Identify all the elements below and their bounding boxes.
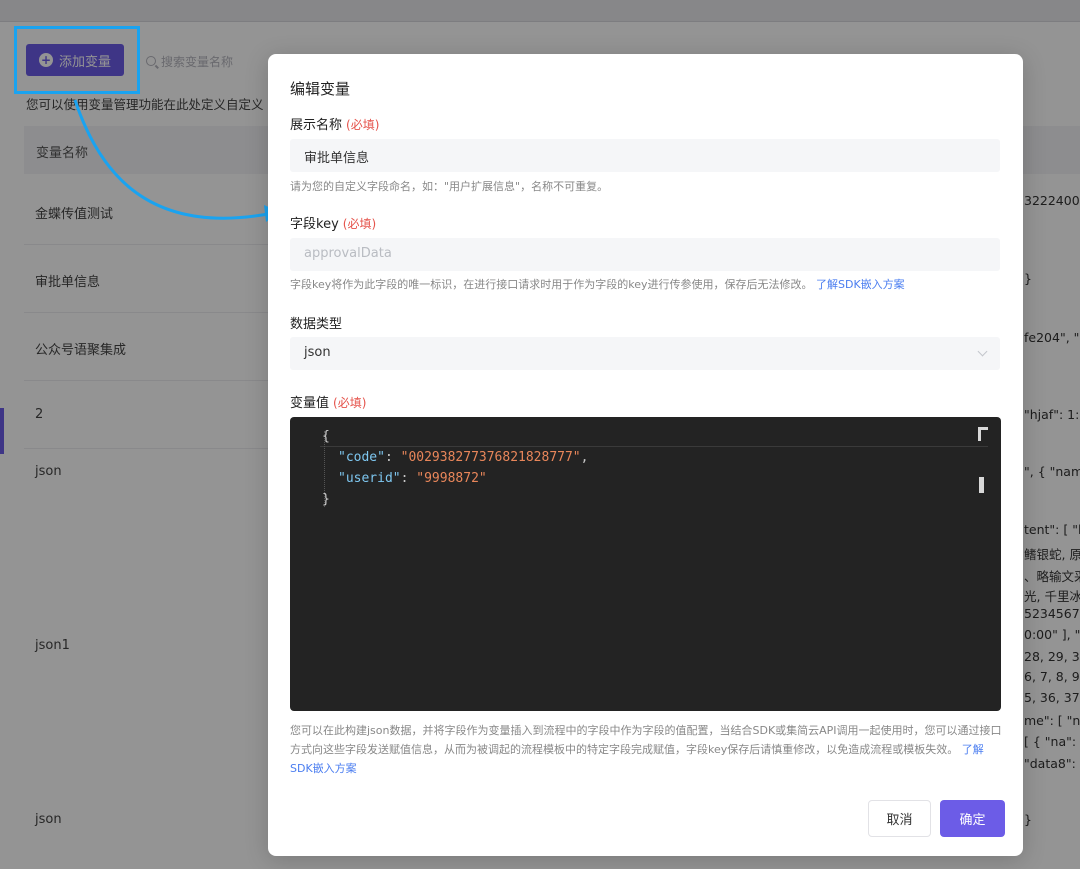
required-mark: (必填) bbox=[333, 396, 367, 410]
data-type-label-text: 数据类型 bbox=[290, 317, 343, 332]
editor-scrollbar[interactable] bbox=[979, 477, 984, 493]
data-type-label: 数据类型 bbox=[290, 313, 342, 332]
field-key-hint-text: 字段key将作为此字段的唯一标识，在进行接口请求时用于作为字段的key进行传参使… bbox=[290, 278, 813, 291]
field-key-label-text: 字段key bbox=[290, 217, 339, 232]
code-line-open: { bbox=[322, 427, 330, 447]
json-string: "002938277376821828777" bbox=[400, 450, 581, 465]
field-key-hint: 字段key将作为此字段的唯一标识，在进行接口请求时用于作为字段的key进行传参使… bbox=[290, 276, 905, 292]
json-string: "9998872" bbox=[416, 471, 487, 486]
json-key: "code" bbox=[338, 450, 385, 465]
display-name-input[interactable]: 审批单信息 bbox=[290, 139, 1000, 172]
cancel-button[interactable]: 取消 bbox=[868, 800, 931, 837]
edit-variable-dialog: 编辑变量 展示名称 (必填) 审批单信息 请为您的自定义字段命名，如："用户扩展信… bbox=[268, 54, 1023, 856]
display-name-hint: 请为您的自定义字段命名，如："用户扩展信息"，名称不可重复。 bbox=[290, 180, 609, 193]
field-key-input: approvalData bbox=[290, 238, 1000, 271]
active-line-highlight bbox=[320, 427, 988, 447]
code-line-userid: "userid": "9998872" bbox=[338, 471, 487, 486]
required-mark: (必填) bbox=[342, 217, 377, 231]
chevron-down-icon bbox=[977, 346, 988, 357]
confirm-button[interactable]: 确定 bbox=[940, 800, 1005, 837]
variable-value-help: 您可以在此构建json数据，并将字段作为变量插入到流程中的字段中作为字段的值配置… bbox=[290, 721, 1002, 778]
data-type-value: json bbox=[304, 345, 331, 360]
annotation-highlight-box-top bbox=[14, 26, 140, 94]
close-brace: } bbox=[322, 492, 330, 507]
variable-value-label: 变量值 (必填) bbox=[290, 392, 366, 411]
open-brace: { bbox=[322, 429, 330, 444]
code-line-code: "code": "002938277376821828777", bbox=[338, 450, 589, 465]
dialog-title: 编辑变量 bbox=[290, 80, 351, 98]
display-name-value: 审批单信息 bbox=[304, 151, 370, 166]
sdk-embed-link[interactable]: 了解SDK嵌入方案 bbox=[816, 278, 905, 291]
variable-value-label-text: 变量值 bbox=[290, 396, 330, 411]
code-line-close: } bbox=[322, 490, 330, 510]
required-mark: (必填) bbox=[346, 118, 380, 132]
display-name-label-text: 展示名称 bbox=[290, 118, 343, 133]
help-text: 您可以在此构建json数据，并将字段作为变量插入到流程中的字段中作为字段的值配置… bbox=[290, 724, 1002, 756]
json-code-editor[interactable]: { "code": "002938277376821828777", "user… bbox=[290, 417, 1001, 711]
display-name-label: 展示名称 (必填) bbox=[290, 114, 379, 133]
json-key: "userid" bbox=[338, 471, 401, 486]
field-key-label: 字段key (必填) bbox=[290, 213, 376, 232]
field-key-value: approvalData bbox=[304, 246, 392, 261]
editor-corner-marker bbox=[978, 427, 988, 441]
data-type-select[interactable]: json bbox=[290, 337, 1000, 370]
